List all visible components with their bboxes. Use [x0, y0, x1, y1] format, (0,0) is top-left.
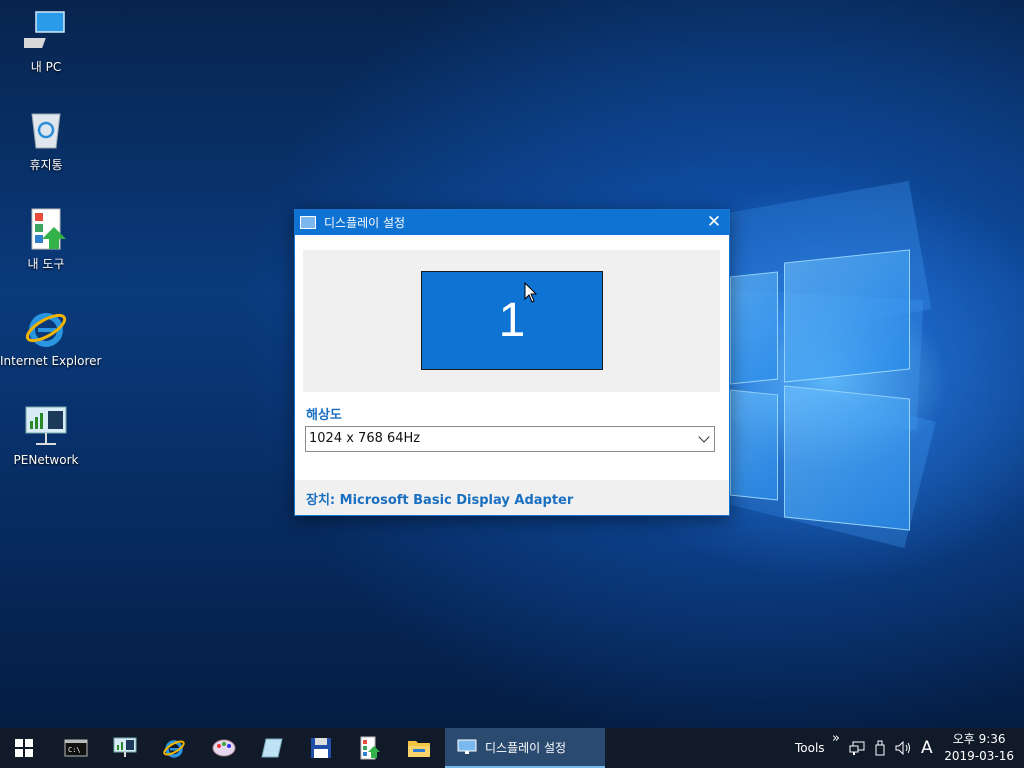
tools-icon [360, 736, 380, 760]
display-preview-area: 1 [303, 250, 720, 392]
desktop-icon-label: 휴지통 [29, 158, 63, 172]
recycle-bin-icon [24, 108, 68, 152]
taskbar: C:\ 디스플레이 설정 Tools » A 오후 9:36 2019-03-1… [0, 728, 1024, 768]
dialog-footer: 장치: Microsoft Basic Display Adapter [295, 480, 729, 515]
taskbar-file-explorer[interactable] [395, 728, 443, 768]
taskbar-paint[interactable] [200, 728, 248, 768]
active-task-label: 디스플레이 설정 [485, 740, 567, 755]
network-tray[interactable] [849, 728, 865, 768]
volume-icon [895, 741, 910, 755]
ime-indicator[interactable]: A [921, 728, 933, 768]
taskbar-pe-network[interactable] [101, 728, 149, 768]
monitor-number: 1 [498, 294, 526, 347]
start-button[interactable] [0, 728, 48, 768]
save-disk-icon [311, 738, 331, 758]
desktop-icon-label: 내 PC [30, 60, 62, 74]
desktop-icon-recycle-bin[interactable]: 휴지통 [0, 108, 92, 173]
taskbar-tools[interactable] [346, 728, 394, 768]
desktop-icon-penetwork[interactable]: PENetwork [0, 405, 92, 467]
chevron-down-icon [698, 431, 710, 443]
taskbar-active-display-settings[interactable]: 디스플레이 설정 [445, 728, 605, 768]
desktop-icon-internet-explorer[interactable]: Internet Explorer [0, 306, 102, 368]
display-icon [457, 739, 477, 754]
computer-icon [14, 10, 68, 54]
taskbar-notepad[interactable] [248, 728, 296, 768]
display-settings-dialog: 디스플레이 설정 ✕ 1 해상도 1024 x 768 64Hz 장치: Mic… [294, 209, 730, 516]
taskbar-internet-explorer[interactable] [150, 728, 198, 768]
command-prompt-icon: C:\ [64, 739, 88, 757]
desktop-icon-label: Internet Explorer [0, 354, 102, 368]
close-button[interactable]: ✕ [699, 210, 729, 235]
monitor-1-tile[interactable]: 1 [421, 271, 603, 370]
dialog-titlebar[interactable]: 디스플레이 설정 ✕ [295, 210, 729, 235]
desktop-icon-label: PENetwork [13, 453, 79, 467]
network-icon [24, 405, 68, 449]
network-icon [849, 741, 865, 755]
taskbar-save-disk[interactable] [297, 728, 345, 768]
desktop-icon-my-tools[interactable]: 내 도구 [0, 207, 92, 272]
usb-tray[interactable] [874, 728, 886, 768]
windows-logo-wallpaper [730, 244, 910, 531]
resolution-value: 1024 x 768 64Hz [309, 431, 421, 446]
pe-network-icon [113, 737, 137, 757]
internet-explorer-icon [24, 306, 68, 350]
paint-icon [212, 739, 236, 757]
taskbar-command-prompt[interactable]: C:\ [52, 728, 100, 768]
notepad-icon [261, 738, 283, 758]
tools-toolbar-label[interactable]: Tools [795, 728, 825, 768]
clock-time: 오후 9:36 [952, 732, 1006, 746]
file-explorer-icon [408, 741, 430, 757]
svg-text:C:\: C:\ [68, 746, 81, 754]
tools-icon [24, 207, 68, 251]
toolbar-overflow-button[interactable]: » [832, 718, 840, 758]
volume-tray[interactable] [895, 728, 913, 768]
display-icon [300, 216, 316, 229]
system-clock[interactable]: 오후 9:36 2019-03-16 [944, 731, 1014, 765]
device-info: 장치: Microsoft Basic Display Adapter [306, 493, 574, 508]
dialog-title: 디스플레이 설정 [324, 216, 406, 230]
desktop-icon-label: 내 도구 [27, 257, 65, 271]
clock-date: 2019-03-16 [944, 749, 1014, 763]
start-icon [15, 739, 33, 757]
usb-drive-icon [875, 740, 885, 756]
resolution-dropdown[interactable]: 1024 x 768 64Hz [305, 426, 715, 452]
internet-explorer-icon [163, 740, 185, 758]
desktop-icon-my-pc[interactable]: 내 PC [0, 10, 92, 75]
resolution-label: 해상도 [306, 408, 342, 423]
